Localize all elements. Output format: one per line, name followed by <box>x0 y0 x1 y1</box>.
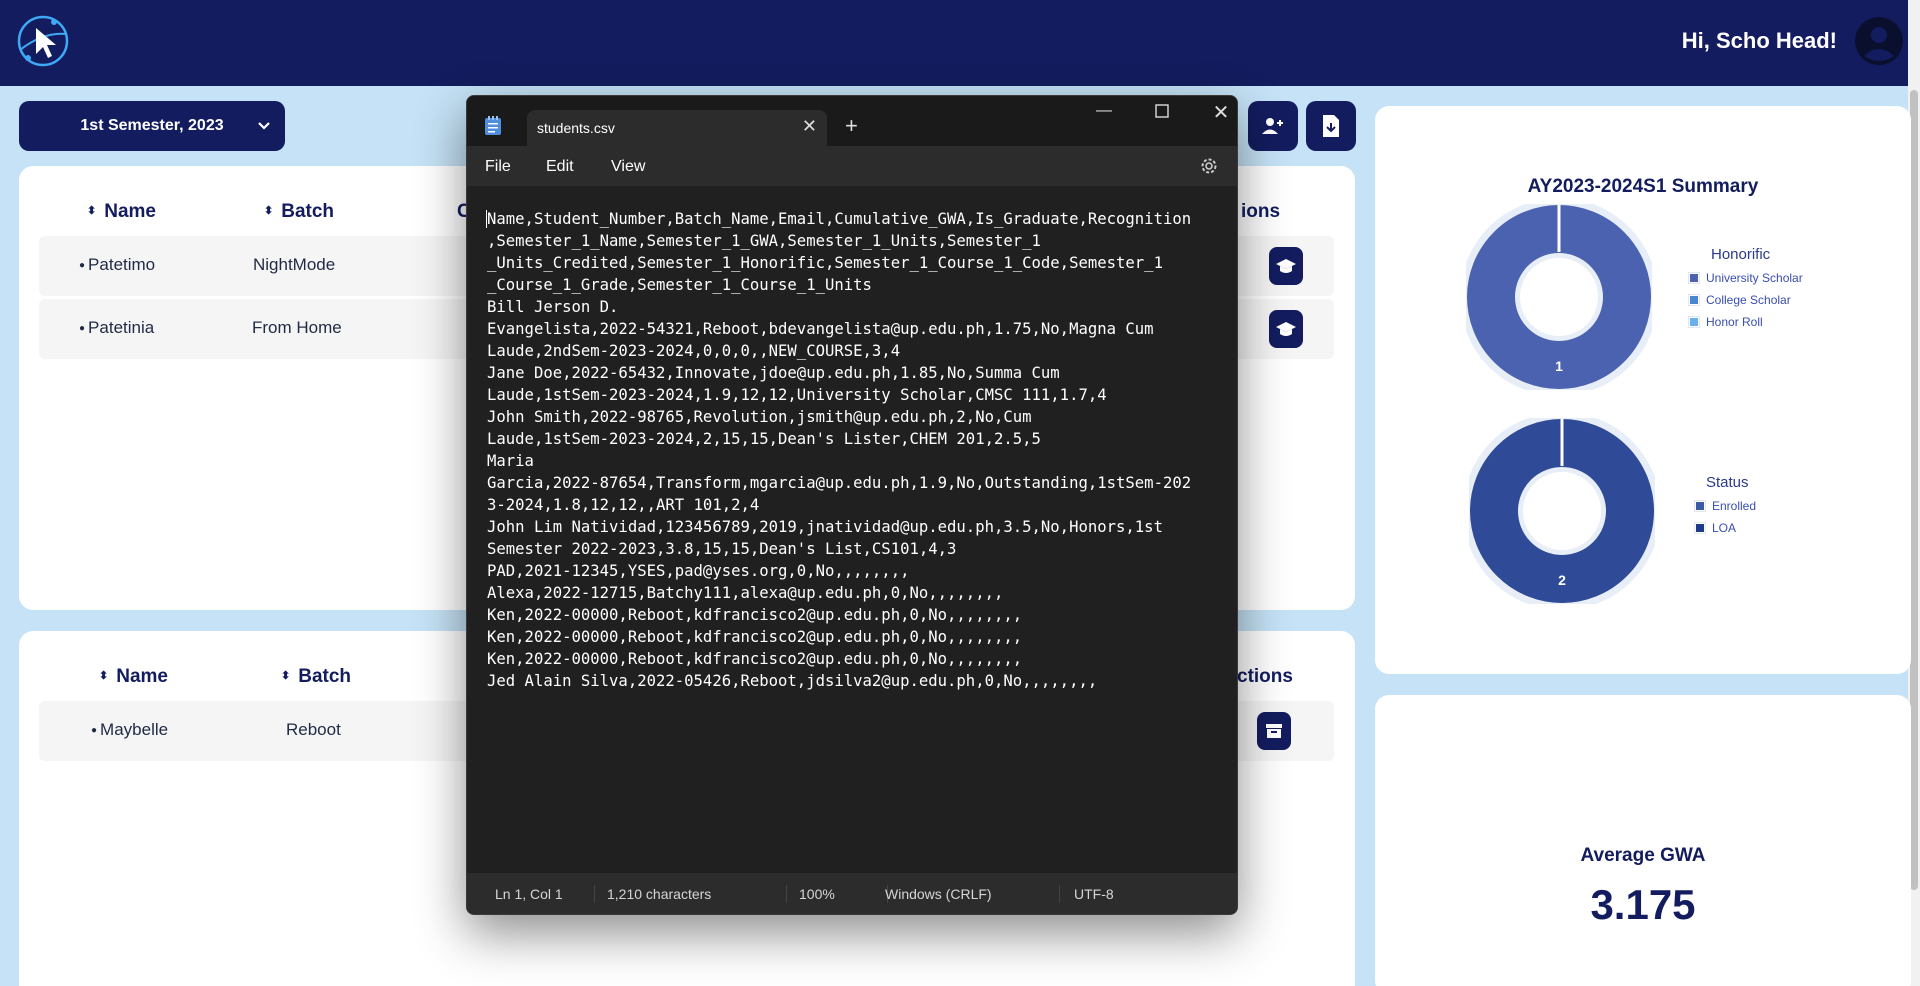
add-user-icon <box>1262 118 1283 134</box>
archive-box-icon <box>1266 724 1282 738</box>
semester-dropdown[interactable]: 1st Semester, 2023 <box>19 101 285 151</box>
settings-gear-icon[interactable] <box>1199 156 1219 176</box>
batch-column-header[interactable]: ⬍ Batch <box>281 666 351 688</box>
summary-card: AY2023-2024S1 Summary 1 Honorific Univer… <box>1375 106 1911 674</box>
close-tab-icon[interactable]: ✕ <box>802 116 817 137</box>
user-avatar-icon[interactable] <box>1854 16 1904 66</box>
eye-icon: ● <box>79 323 86 334</box>
chevron-down-icon <box>258 122 270 130</box>
status-donut-chart[interactable]: 2 <box>1469 418 1655 604</box>
honorific-slice-label: 1 <box>1555 358 1563 374</box>
student-name-link[interactable]: ● Maybelle <box>91 720 168 740</box>
notepad-window[interactable]: students.csv ✕ + — ✕ File Edit View Name… <box>466 95 1238 915</box>
actions-column-header: ctions <box>1237 666 1293 687</box>
menu-view[interactable]: View <box>611 158 645 176</box>
sort-icon: ⬍ <box>99 670 109 682</box>
top-navbar: Hi, Scho Head! <box>0 0 1920 86</box>
student-name-link[interactable]: ● Patetinia <box>79 318 154 338</box>
text-caret <box>486 210 487 228</box>
graduation-cap-icon <box>1276 259 1296 273</box>
notepad-statusbar: Ln 1, Col 1 1,210 characters 100% Window… <box>467 873 1237 914</box>
maximize-icon[interactable] <box>1142 104 1182 128</box>
legend-item[interactable]: University Scholar <box>1688 271 1803 285</box>
status-legend-title: Status <box>1706 474 1749 491</box>
cursor-position: Ln 1, Col 1 <box>495 886 563 902</box>
menu-edit[interactable]: Edit <box>546 158 574 176</box>
zoom-level[interactable]: 100% <box>799 886 835 902</box>
character-count: 1,210 characters <box>607 886 712 902</box>
sort-icon: ⬍ <box>281 670 291 682</box>
graduate-button[interactable] <box>1269 247 1303 285</box>
average-gwa-card: Average GWA 3.175 <box>1375 695 1911 986</box>
new-tab-plus-icon[interactable]: + <box>845 113 858 139</box>
notepad-menubar: File Edit View <box>467 146 1237 186</box>
legend-item[interactable]: Enrolled <box>1694 499 1756 513</box>
tab-students-csv[interactable]: students.csv ✕ <box>527 110 827 146</box>
status-legend: Status Enrolled LOA <box>1694 474 1756 543</box>
greeting-text: Hi, Scho Head! <box>1681 28 1837 53</box>
legend-item[interactable]: LOA <box>1694 521 1756 535</box>
notepad-app-icon <box>485 116 501 135</box>
file-download-icon <box>1323 115 1339 137</box>
actions-column-header: ions <box>1241 201 1281 222</box>
graduation-cap-icon <box>1276 322 1296 336</box>
honorific-donut-chart[interactable]: 1 <box>1466 204 1652 390</box>
sort-icon: ⬍ <box>87 205 97 217</box>
minimize-icon[interactable]: — <box>1084 102 1124 126</box>
encoding[interactable]: UTF-8 <box>1074 886 1114 902</box>
notepad-titlebar[interactable]: students.csv ✕ + — ✕ <box>467 96 1237 146</box>
average-gwa-label: Average GWA <box>1580 845 1706 866</box>
scrollbar-thumb[interactable] <box>1910 90 1918 890</box>
legend-item[interactable]: College Scholar <box>1688 293 1803 307</box>
student-batch: From Home <box>252 318 342 337</box>
batch-column-header[interactable]: ⬍ Batch <box>264 201 334 223</box>
text-editor-area[interactable]: Name,Student_Number,Batch_Name,Email,Cum… <box>467 186 1237 873</box>
add-user-button[interactable] <box>1248 101 1298 151</box>
summary-title: AY2023-2024S1 Summary <box>1527 176 1759 197</box>
status-slice-label: 2 <box>1558 572 1566 588</box>
name-column-header[interactable]: ⬍ Name <box>99 666 168 688</box>
semester-dropdown-value: 1st Semester, 2023 <box>80 117 224 134</box>
eye-icon: ● <box>79 260 86 271</box>
student-batch: NightMode <box>253 255 336 274</box>
download-file-button[interactable] <box>1306 101 1356 151</box>
tab-title: students.csv <box>537 120 615 136</box>
student-batch: Reboot <box>286 720 341 739</box>
legend-item[interactable]: Honor Roll <box>1688 315 1803 329</box>
graduate-button[interactable] <box>1269 310 1303 348</box>
honorific-legend-title: Honorific <box>1711 246 1771 263</box>
eye-icon: ● <box>91 725 98 736</box>
menu-file[interactable]: File <box>485 158 511 176</box>
sort-icon: ⬍ <box>264 205 274 217</box>
honorific-legend: Honorific University Scholar College Sch… <box>1688 246 1803 337</box>
app-logo-icon[interactable] <box>14 12 72 70</box>
average-gwa-value: 3.175 <box>1590 881 1696 928</box>
name-column-header[interactable]: ⬍ Name <box>87 201 156 223</box>
file-content[interactable]: Name,Student_Number,Batch_Name,Email,Cum… <box>487 208 1237 692</box>
student-name-link[interactable]: ● Patetimo <box>79 255 155 275</box>
close-window-icon[interactable]: ✕ <box>1201 100 1237 124</box>
line-ending[interactable]: Windows (CRLF) <box>885 886 992 902</box>
archive-button[interactable] <box>1257 712 1291 750</box>
